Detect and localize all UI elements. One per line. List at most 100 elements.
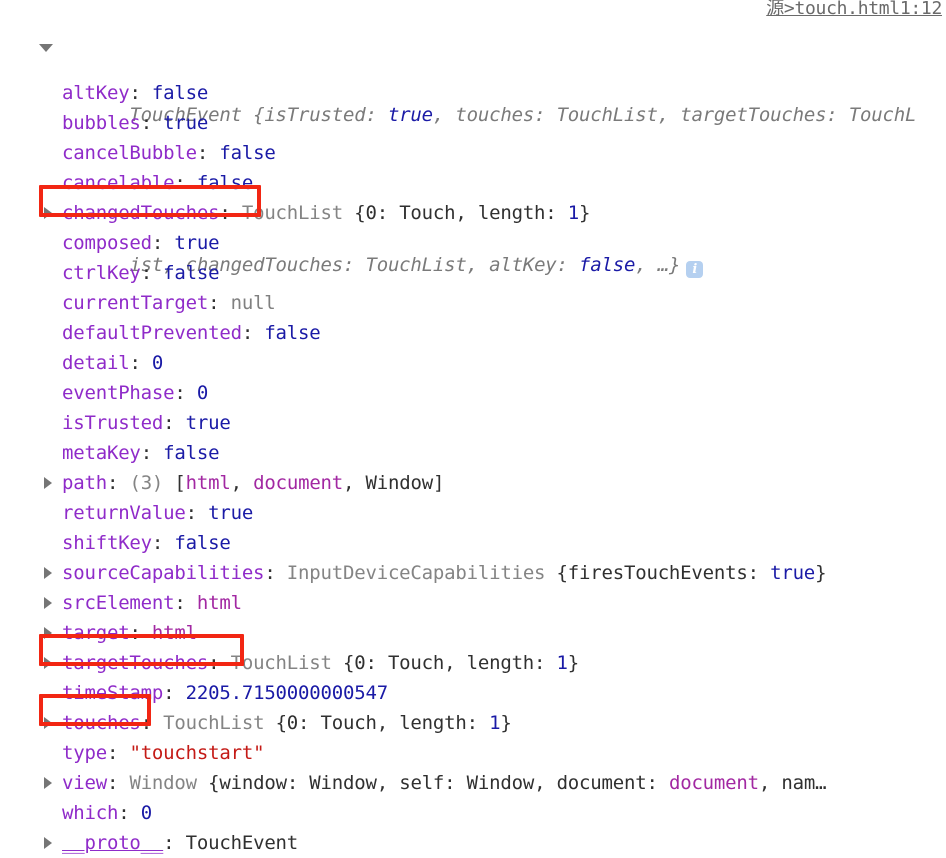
property-colon-cancelable: : (174, 172, 197, 194)
expand-toggle-view[interactable] (44, 768, 58, 798)
property-value-metaKey: false (163, 442, 220, 464)
property-value-sourceCapabilities-val: true (770, 562, 816, 584)
property-row-currentTarget[interactable]: currentTarget: null (0, 288, 946, 318)
property-row-composed[interactable]: composed: true (0, 228, 946, 258)
property-colon-srcElement: : (174, 592, 197, 614)
property-row-timeStamp[interactable]: timeStamp: 2205.7150000000547 (0, 678, 946, 708)
property-row-metaKey[interactable]: metaKey: false (0, 438, 946, 468)
expand-toggle-changedTouches[interactable] (44, 198, 58, 228)
property-value-view-w2: Window (466, 772, 535, 794)
property-key-type: type (62, 742, 107, 764)
property-key-detail: detail (62, 352, 130, 374)
triangle-right-icon (44, 627, 52, 639)
property-row-path[interactable]: path: (3) [html, document, Window] (0, 468, 946, 498)
triangle-right-icon (44, 207, 52, 219)
property-key-touches: touches (62, 712, 141, 734)
property-key-eventPhase: eventPhase (62, 382, 175, 404)
property-colon-type: : (106, 742, 130, 764)
property-key-sourceCapabilities: sourceCapabilities (62, 562, 265, 584)
property-value-view-doc: document (668, 772, 759, 794)
property-key-currentTarget: currentTarget (62, 292, 209, 314)
expand-toggle-sourceCapabilities[interactable] (44, 558, 58, 588)
expand-toggle-touches[interactable] (44, 708, 58, 738)
triangle-right-icon (44, 597, 52, 609)
property-key-timeStamp: timeStamp (62, 682, 164, 704)
property-row-eventPhase[interactable]: eventPhase: 0 (0, 378, 946, 408)
property-key-returnValue: returnValue (62, 502, 186, 524)
property-value-detail: 0 (151, 352, 164, 374)
expand-toggle-path[interactable] (44, 468, 58, 498)
triangle-right-icon (44, 717, 52, 729)
property-value-srcElement: html (196, 592, 242, 614)
property-value-ctrlKey: false (163, 262, 220, 284)
property-row-type[interactable]: type: "touchstart" (0, 738, 946, 768)
property-row-targetTouches[interactable]: targetTouches: TouchList {0: Touch, leng… (0, 648, 946, 678)
expand-toggle-__proto__[interactable] (44, 828, 58, 858)
property-value-touches-length: 1 (489, 712, 501, 734)
expand-toggle-targetTouches[interactable] (44, 648, 58, 678)
property-key-view: view (62, 772, 107, 794)
property-value-isTrusted: true (185, 412, 231, 434)
property-row-which[interactable]: which: 0 (0, 798, 946, 828)
property-key-srcElement: srcElement (62, 592, 175, 614)
property-row-touches[interactable]: touches: TouchList {0: Touch, length: 1} (0, 708, 946, 738)
property-row-changedTouches[interactable]: changedTouches: TouchList {0: Touch, len… (0, 198, 946, 228)
property-value-targetTouches-label: TouchList (230, 652, 343, 674)
property-value-changedTouches-length: 1 (567, 202, 580, 224)
property-colon-cancelBubble: : (196, 142, 220, 164)
property-value-altKey: false (151, 82, 209, 104)
property-value-target: html (151, 622, 197, 644)
property-row-shiftKey[interactable]: shiftKey: false (0, 528, 946, 558)
property-colon-metaKey: : (140, 442, 164, 464)
property-value-touches-open: {0: Touch, length: (275, 712, 490, 734)
property-row-defaultPrevented[interactable]: defaultPrevented: false (0, 318, 946, 348)
expand-toggle-target[interactable] (44, 618, 58, 648)
property-key-cancelable: cancelable (62, 172, 175, 194)
property-value-__proto__: TouchEvent (185, 832, 299, 854)
property-value-bubbles: true (163, 112, 209, 134)
property-colon-composed: : (151, 232, 175, 254)
property-colon-altKey: : (129, 82, 152, 104)
property-row-view[interactable]: view: Window {window: Window, self: Wind… (0, 768, 946, 798)
property-row-target[interactable]: target: html (0, 618, 946, 648)
property-value-path-close: ] (432, 472, 445, 494)
property-value-path-window: Window (365, 472, 434, 494)
expand-toggle-srcElement[interactable] (44, 588, 58, 618)
property-value-targetTouches-close: } (567, 652, 580, 674)
property-value-changedTouches-open: {0: Touch, length: (354, 202, 568, 224)
property-row-srcElement[interactable]: srcElement: html (0, 588, 946, 618)
property-value-view-c1: , self: (376, 772, 467, 794)
property-key-changedTouches: changedTouches (62, 202, 220, 224)
property-value-view-open: {window: (208, 772, 310, 794)
property-row-detail[interactable]: detail: 0 (0, 348, 946, 378)
property-colon-defaultPrevented: : (241, 322, 265, 344)
triangle-right-icon (44, 837, 52, 849)
property-colon-eventPhase: : (174, 382, 197, 404)
property-key-composed: composed (62, 232, 152, 254)
property-row-cancelBubble[interactable]: cancelBubble: false (0, 138, 946, 168)
property-row-bubbles[interactable]: bubbles: true (0, 108, 946, 138)
property-row-sourceCapabilities[interactable]: sourceCapabilities: InputDeviceCapabilit… (0, 558, 946, 588)
property-key-shiftKey: shiftKey (62, 532, 152, 554)
property-value-path-document: document (253, 472, 344, 494)
property-key-__proto__: __proto__ (62, 832, 164, 854)
property-value-touches-close: } (500, 712, 512, 734)
property-row-returnValue[interactable]: returnValue: true (0, 498, 946, 528)
property-value-changedTouches-close: } (579, 202, 591, 224)
property-row-__proto__[interactable]: __proto__: TouchEvent (0, 828, 946, 858)
property-value-sourceCapabilities-open: {firesTouchEvents: (556, 562, 771, 584)
property-row-isTrusted[interactable]: isTrusted: true (0, 408, 946, 438)
property-value-view-label: Window (129, 772, 209, 794)
property-value-targetTouches-open: {0: Touch, length: (342, 652, 557, 674)
console-log-entry: TouchEvent {isTrusted: true, touches: To… (0, 10, 946, 854)
property-colon-isTrusted: : (163, 412, 186, 434)
property-colon-path: : (106, 472, 130, 494)
property-key-bubbles: bubbles (62, 112, 141, 134)
property-key-targetTouches: targetTouches (62, 652, 209, 674)
property-row-cancelable[interactable]: cancelable: false (0, 168, 946, 198)
property-colon-touches: : (140, 712, 164, 734)
property-row-altKey[interactable]: altKey: false (0, 78, 946, 108)
property-key-which: which (62, 802, 119, 824)
property-value-path-c1: , (230, 472, 254, 494)
property-row-ctrlKey[interactable]: ctrlKey: false (0, 258, 946, 288)
